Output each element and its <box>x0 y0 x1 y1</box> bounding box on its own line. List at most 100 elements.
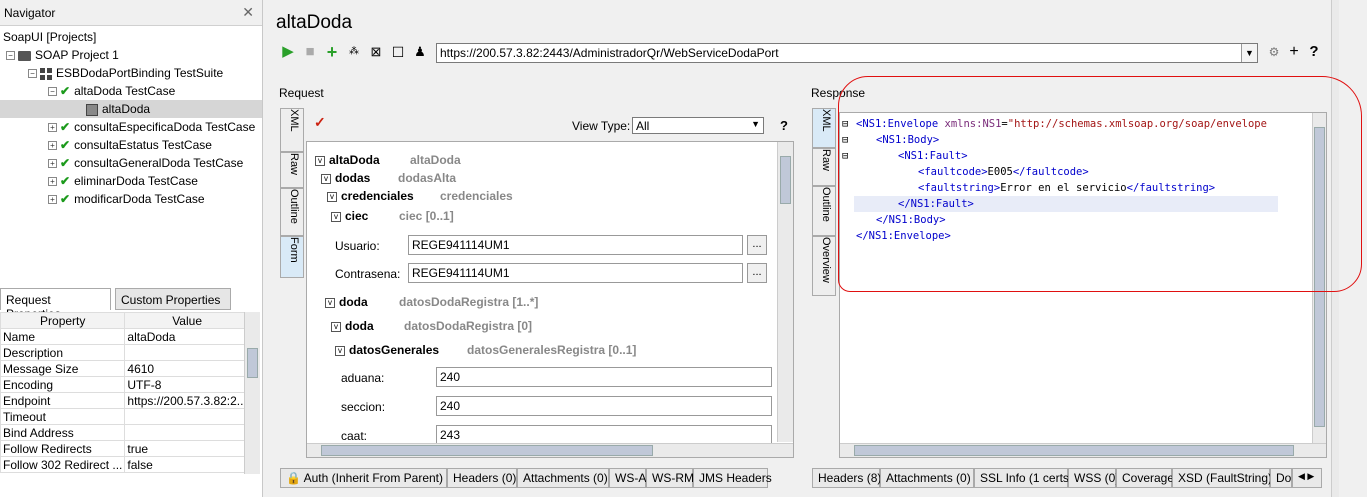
field-datosgenerales[interactable]: v datosGenerales <box>335 343 439 357</box>
collapse-icon[interactable]: v <box>325 297 335 308</box>
collapse-icon[interactable]: v <box>331 321 341 332</box>
tab-overview[interactable]: Overview <box>812 236 836 296</box>
tab-xml[interactable]: XML <box>812 108 836 148</box>
tree-item-eliminardoda[interactable]: + ✔ eliminarDoda TestCase <box>0 172 262 190</box>
highlight-annotation <box>838 76 1362 292</box>
settings-icon[interactable]: ⚙ <box>1266 44 1282 60</box>
tree-item-consultaestatus[interactable]: + ✔ consultaEstatus TestCase <box>0 136 262 154</box>
tree-item-altadoda-step[interactable]: altaDoda <box>0 100 262 118</box>
request-vscroll[interactable] <box>777 142 793 442</box>
usuario-input[interactable]: REGE941114UM1 <box>408 235 743 255</box>
field-doda[interactable]: v doda <box>325 295 368 309</box>
collapse-icon[interactable]: − <box>28 69 37 79</box>
aduana-input[interactable]: 240 <box>436 367 772 387</box>
tab-raw[interactable]: Raw <box>812 148 836 186</box>
table-row[interactable]: Encoding UTF-8 <box>0 376 250 393</box>
collapse-icon[interactable]: v <box>321 173 331 184</box>
expand-icon[interactable]: + <box>48 123 57 133</box>
tab-do[interactable]: Do <box>1270 468 1292 488</box>
expand-icon[interactable]: + <box>48 195 57 205</box>
contrasena-label: Contrasena: <box>335 267 401 281</box>
expand-icon[interactable]: + <box>48 141 57 151</box>
tab-headers[interactable]: Headers (0) <box>447 468 517 488</box>
tab-attachments[interactable]: Attachments (0) <box>517 468 609 488</box>
table-row[interactable]: Name altaDoda <box>0 328 250 345</box>
field-credenciales[interactable]: v credenciales <box>327 189 414 203</box>
add-icon[interactable]: + <box>324 43 340 61</box>
run-icon[interactable]: ▶ <box>280 44 296 60</box>
tree-item-consultaespecifica[interactable]: + ✔ consultaEspecificaDoda TestCase <box>0 118 262 136</box>
close-icon[interactable]: ✕ <box>242 4 254 21</box>
field-doda-sub[interactable]: v doda <box>331 319 374 333</box>
scroll-thumb[interactable] <box>321 445 653 456</box>
validate-icon[interactable]: ✓ <box>314 114 326 131</box>
tab-coverage[interactable]: Coverage <box>1116 468 1174 488</box>
field-altadoda[interactable]: v altaDoda <box>315 153 380 167</box>
tab-form[interactable]: Form <box>280 236 304 278</box>
expand-window-icon[interactable]: ⊠ <box>368 44 384 60</box>
help-icon[interactable]: ? <box>1306 44 1322 60</box>
view-type-select[interactable]: All ▼ <box>632 117 764 134</box>
scroll-thumb[interactable] <box>854 445 1294 456</box>
chevron-down-icon[interactable]: ▼ <box>751 119 760 129</box>
tab-attachments[interactable]: Attachments (0) <box>880 468 974 488</box>
table-row[interactable]: Description <box>0 344 250 361</box>
tab-request-properties[interactable]: Request Properties <box>0 288 111 321</box>
tab-xml[interactable]: XML <box>280 108 304 152</box>
field-ciec[interactable]: v ciec <box>331 209 368 223</box>
tab-raw[interactable]: Raw <box>280 152 304 188</box>
tab-ws-a[interactable]: WS-A <box>609 468 646 488</box>
collapse-icon[interactable]: v <box>331 211 341 222</box>
caat-input[interactable]: 243 <box>436 425 772 445</box>
collapse-icon[interactable]: − <box>48 87 57 97</box>
request-form: v altaDoda altaDoda v dodas dodasAlta v cre… <box>306 141 794 458</box>
stop-icon[interactable]: ■ <box>302 44 318 60</box>
tab-ssl-info[interactable]: SSL Info (1 certs) <box>974 468 1073 488</box>
collapse-icon[interactable]: v <box>327 191 337 202</box>
collapse-icon[interactable]: v <box>335 345 345 356</box>
table-row[interactable]: Follow 302 Redirect ... false <box>0 456 250 473</box>
response-hscroll[interactable] <box>840 443 1326 457</box>
user-icon[interactable]: ♟ <box>412 44 428 60</box>
usuario-more-button[interactable]: ... <box>747 235 767 255</box>
endpoint-url-select[interactable]: https://200.57.3.82:2443/AdministradorQr… <box>436 43 1258 63</box>
chevron-down-icon[interactable]: ▼ <box>1241 44 1257 62</box>
contrasena-more-button[interactable]: ... <box>747 263 767 283</box>
table-row[interactable]: Message Size 4610 <box>0 360 250 377</box>
collapse-icon[interactable]: − <box>6 51 15 61</box>
tab-wss[interactable]: WSS (0) <box>1068 468 1119 488</box>
tab-ws-rm[interactable]: WS-RM <box>646 468 694 488</box>
table-row[interactable]: Follow Redirects true <box>0 440 250 457</box>
format-icon[interactable]: ⁂ <box>346 44 362 60</box>
table-row[interactable]: Endpoint https://200.57.3.82:2... <box>0 392 250 409</box>
tree-item-projects[interactable]: SoapUI [Projects] <box>0 28 262 46</box>
scroll-thumb[interactable] <box>780 156 791 204</box>
help-icon[interactable]: ? <box>780 118 788 133</box>
plus-icon[interactable]: + <box>1286 44 1302 60</box>
tree-item-consultageneral[interactable]: + ✔ consultaGeneralDoda TestCase <box>0 154 262 172</box>
properties-scrollbar[interactable] <box>244 312 260 474</box>
expand-icon[interactable]: + <box>48 177 57 187</box>
contrasena-input[interactable]: REGE941114UM1 <box>408 263 743 283</box>
tab-headers[interactable]: Headers (8) <box>812 468 881 488</box>
scroll-thumb[interactable] <box>247 348 258 378</box>
seccion-input[interactable]: 240 <box>436 396 772 416</box>
tree-item-modificardoda[interactable]: + ✔ modificarDoda TestCase <box>0 190 262 208</box>
request-hscroll[interactable] <box>307 443 793 457</box>
tab-custom-properties[interactable]: Custom Properties <box>115 288 231 310</box>
table-row[interactable]: Timeout <box>0 408 250 425</box>
collapse-icon[interactable]: v <box>315 155 325 166</box>
tree-item-soap-project[interactable]: − SOAP Project 1 <box>0 46 262 64</box>
tab-auth[interactable]: 🔒 Auth (Inherit From Parent) <box>280 468 447 488</box>
field-dodas[interactable]: v dodas <box>321 171 370 185</box>
tab-xsd[interactable]: XSD (FaultString) <box>1172 468 1272 488</box>
tab-scroll-arrows[interactable]: ◀ ▶ <box>1292 468 1322 488</box>
tab-outline[interactable]: Outline <box>280 188 304 236</box>
tree-item-testsuite[interactable]: − ESBDodaPortBinding TestSuite <box>0 64 262 82</box>
table-row[interactable]: Bind Address <box>0 424 250 441</box>
expand-icon[interactable]: + <box>48 159 57 169</box>
tab-jms-headers[interactable]: JMS Headers <box>693 468 772 488</box>
tree-item-altadoda-testcase[interactable]: − ✔ altaDoda TestCase <box>0 82 262 100</box>
window-icon[interactable]: ☐ <box>390 44 406 60</box>
tab-outline[interactable]: Outline <box>812 186 836 236</box>
